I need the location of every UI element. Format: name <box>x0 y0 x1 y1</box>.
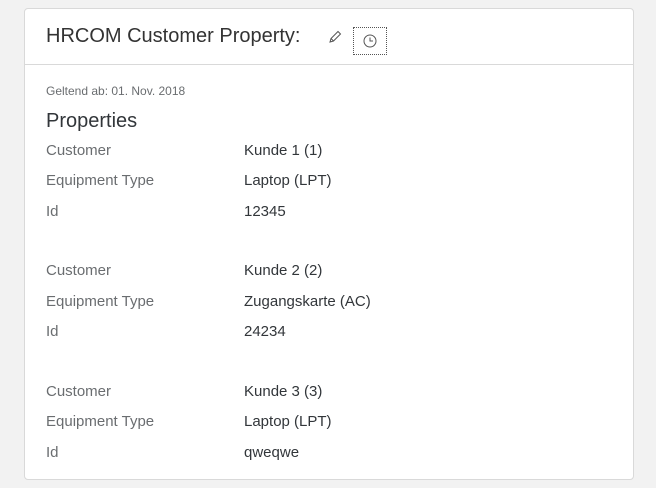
property-group: Customer Kunde 1 (1) Equipment Type Lapt… <box>46 135 633 227</box>
property-label: Id <box>46 202 59 220</box>
pencil-icon <box>328 30 341 43</box>
property-label: Equipment Type <box>46 413 155 431</box>
property-row: Customer Kunde 1 (1) <box>46 135 633 166</box>
property-value: 12345 <box>244 202 286 220</box>
card-body: Geltend ab: 01. Nov. 2018 Properties Cus… <box>25 65 633 468</box>
property-value: Laptop (LPT) <box>244 172 332 190</box>
property-row: Customer Kunde 3 (3) <box>46 376 633 407</box>
property-group: Customer Kunde 2 (2) Equipment Type Zuga… <box>46 256 633 348</box>
property-row: Customer Kunde 2 (2) <box>46 256 633 287</box>
property-value: 24234 <box>244 323 286 341</box>
property-row: Equipment Type Zugangskarte (AC) <box>46 286 633 317</box>
property-value: Kunde 3 (3) <box>244 382 323 400</box>
property-value: Kunde 1 (1) <box>244 141 323 159</box>
property-label: Customer <box>46 141 112 159</box>
property-row: Equipment Type Laptop (LPT) <box>46 407 633 438</box>
property-row: Id qweqwe <box>46 437 633 468</box>
edit-button[interactable] <box>325 27 345 47</box>
property-label: Customer <box>46 382 112 400</box>
property-value: Laptop (LPT) <box>244 413 332 431</box>
property-label: Equipment Type <box>46 172 155 190</box>
property-value: Kunde 2 (2) <box>244 262 323 280</box>
property-label: Customer <box>46 262 112 280</box>
clock-icon <box>363 34 376 47</box>
history-button[interactable] <box>352 26 387 55</box>
property-groups: Customer Kunde 1 (1) Equipment Type Lapt… <box>46 135 633 468</box>
card-title: HRCOM Customer Property: <box>46 25 301 47</box>
property-group: Customer Kunde 3 (3) Equipment Type Lapt… <box>46 376 633 468</box>
customer-property-card: HRCOM Customer Property: Geltend ab: 01.… <box>24 8 634 480</box>
card-header: HRCOM Customer Property: <box>25 9 633 65</box>
section-title: Properties <box>46 110 138 132</box>
property-label: Id <box>46 323 59 341</box>
property-label: Equipment Type <box>46 292 155 310</box>
valid-from-text: Geltend ab: 01. Nov. 2018 <box>46 84 186 98</box>
property-row: Equipment Type Laptop (LPT) <box>46 166 633 197</box>
property-label: Id <box>46 443 59 461</box>
property-value: Zugangskarte (AC) <box>244 292 371 310</box>
property-row: Id 12345 <box>46 196 633 227</box>
property-value: qweqwe <box>244 443 300 461</box>
property-row: Id 24234 <box>46 317 633 348</box>
page: HRCOM Customer Property: Geltend ab: 01.… <box>0 0 656 488</box>
